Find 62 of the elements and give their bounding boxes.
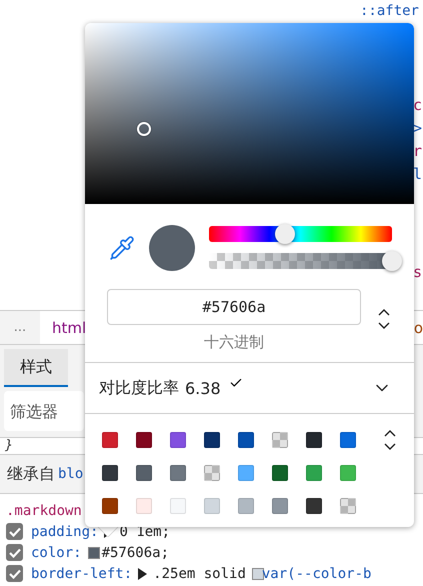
code-fragment: r [413,141,423,162]
more-button[interactable]: ... [0,311,40,344]
declaration-checkbox[interactable] [6,523,23,540]
palette-swatch[interactable] [102,432,118,448]
eyedropper-icon[interactable] [109,234,135,260]
hex-input[interactable]: #57606a [107,289,361,325]
stepper-icon[interactable] [383,429,397,451]
hue-thumb[interactable] [275,224,296,244]
palette-swatch[interactable] [136,432,152,448]
filter-field[interactable]: 筛选器 [4,391,84,431]
color-handle[interactable] [136,122,151,136]
breadcrumb-item[interactable]: o [414,318,423,336]
expand-triangle-icon[interactable] [138,568,148,580]
palette-swatch[interactable] [102,465,118,481]
pseudo-element-text: ::after [360,3,419,21]
palette-swatch[interactable] [204,432,220,448]
palette-swatch[interactable] [136,498,152,514]
contrast-value: 6.38 [185,378,221,398]
palette-swatch[interactable] [204,498,220,514]
palette-swatch[interactable] [204,465,220,481]
closing-brace: } [5,439,13,453]
color-preview [149,224,195,270]
color-swatch[interactable] [252,568,264,580]
code-fragment: s [413,262,423,283]
inherited-label: 继承自 [7,464,55,484]
code-fragment: c [413,95,423,116]
palette-swatch[interactable] [136,465,152,481]
css-value: #57606a; [102,544,170,560]
palette-swatch[interactable] [238,498,254,514]
palette-swatch[interactable] [170,465,186,481]
code-fragment: l [413,164,423,185]
stepper-icon[interactable] [377,308,391,330]
saturation-area[interactable] [85,23,414,204]
palette-swatch[interactable] [238,465,254,481]
palette-swatch[interactable] [306,432,322,448]
inherited-selector[interactable]: blo [58,466,84,482]
palette-swatch[interactable] [340,432,356,448]
css-property: padding: [31,524,98,540]
contrast-label: 对比度比率 [99,378,179,398]
palette-swatch[interactable] [102,498,118,514]
palette-swatch[interactable] [272,465,288,481]
declaration-checkbox[interactable] [6,544,23,561]
palette-swatch[interactable] [340,498,356,514]
css-value: var(--color-b [262,566,372,582]
css-property: color: [31,544,82,560]
breadcrumb-item[interactable]: html [52,318,86,336]
alpha-thumb[interactable] [382,251,402,271]
declaration-checkbox[interactable] [6,565,23,582]
css-property: border-left: [31,566,132,582]
palette-swatch[interactable] [306,498,322,514]
palette-swatch[interactable] [340,465,356,481]
palette-swatch[interactable] [170,498,186,514]
color-swatch[interactable] [88,546,100,558]
format-label: 十六进制 [203,332,265,352]
palette-swatch[interactable] [272,432,288,448]
css-selector: .markdown [6,502,82,521]
palette-swatch[interactable] [272,498,288,514]
styles-tab[interactable]: 样式 [4,349,68,387]
css-value: .25em solid [153,566,246,582]
palette-swatch[interactable] [238,432,254,448]
palette-swatch[interactable] [170,432,186,448]
palette-swatch[interactable] [306,465,322,481]
